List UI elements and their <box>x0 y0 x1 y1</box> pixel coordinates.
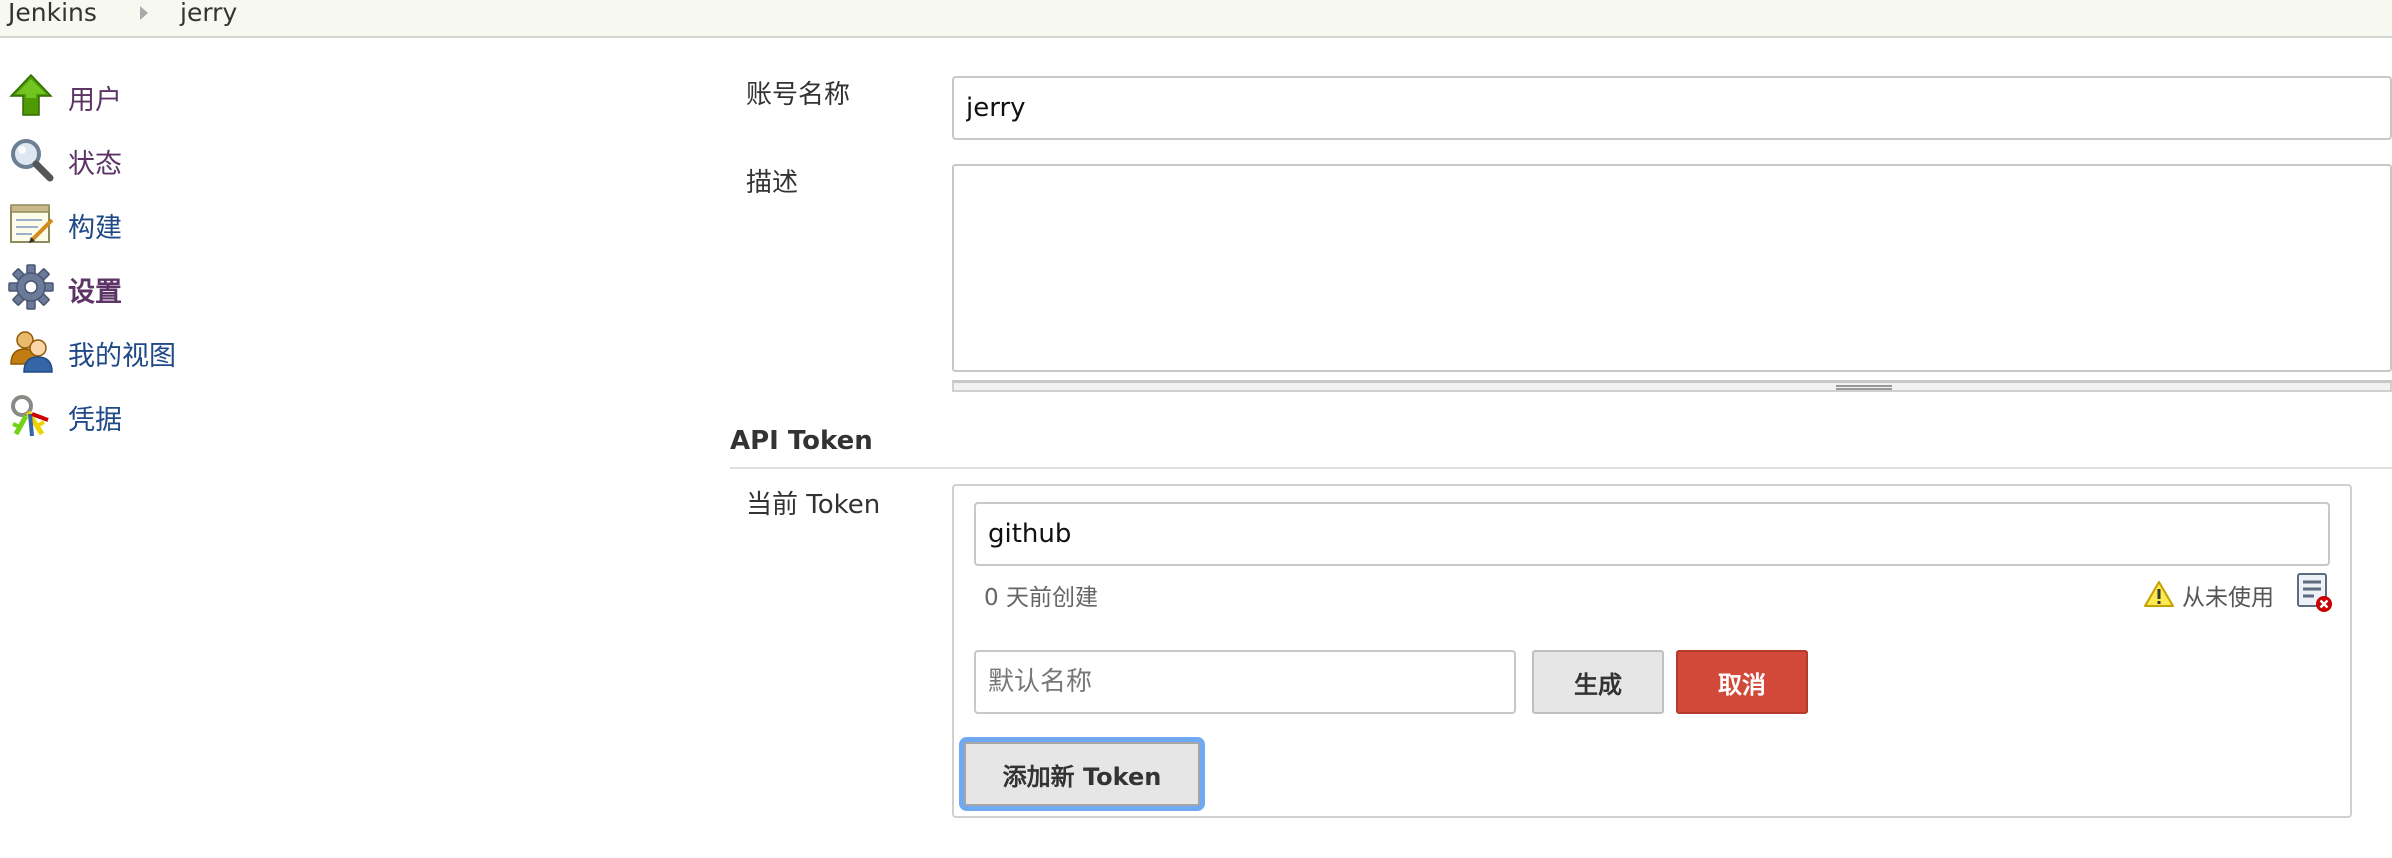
breadcrumb-separator-icon <box>140 6 148 20</box>
token-created-text: 0 天前创建 <box>984 585 1098 611</box>
keys-icon <box>8 392 54 438</box>
magnifier-icon <box>8 136 54 182</box>
new-token-name-input[interactable] <box>974 650 1516 714</box>
description-textarea[interactable] <box>952 164 2392 372</box>
token-name-input[interactable] <box>974 502 2330 566</box>
sidebar-item-my-views[interactable]: 我的视图 <box>8 326 428 376</box>
textarea-resize-handle[interactable] <box>952 380 2392 392</box>
token-list-panel: 0 天前创建 从未使用 生成 取消 添加新 Token <box>952 484 2352 818</box>
account-name-input[interactable] <box>952 76 2392 140</box>
grip-icon <box>1836 385 1892 390</box>
warning-icon <box>2144 580 2174 608</box>
sidebar-item-settings[interactable]: 设置 <box>8 262 428 312</box>
breadcrumb-jerry[interactable]: jerry <box>180 0 237 27</box>
sidebar-item-label: 用户 <box>68 85 122 116</box>
revoke-token-icon[interactable] <box>2296 572 2334 614</box>
breadcrumb: Jenkins jerry <box>0 0 2392 38</box>
current-token-label: 当前 Token <box>746 490 881 520</box>
sidebar-item-label: 设置 <box>68 277 122 308</box>
sidebar-item-credentials[interactable]: 凭据 <box>8 390 428 440</box>
account-name-label: 账号名称 <box>746 80 851 110</box>
sidebar-item-label: 构建 <box>68 213 122 244</box>
token-usage-text: 从未使用 <box>2182 585 2274 611</box>
add-new-token-button[interactable]: 添加新 Token <box>964 742 1200 806</box>
sidebar-item-users[interactable]: 用户 <box>8 70 428 120</box>
cancel-button[interactable]: 取消 <box>1676 650 1808 714</box>
users-icon <box>8 328 54 374</box>
description-label: 描述 <box>746 168 799 198</box>
breadcrumb-jenkins[interactable]: Jenkins <box>8 0 97 27</box>
sidebar-item-label: 凭据 <box>68 405 122 436</box>
section-divider <box>730 467 2392 469</box>
sidebar-item-status[interactable]: 状态 <box>8 134 428 184</box>
up-arrow-icon <box>8 72 54 118</box>
gear-icon <box>8 264 54 310</box>
sidebar-item-label: 我的视图 <box>68 341 176 372</box>
generate-button[interactable]: 生成 <box>1532 650 1664 714</box>
sidebar-item-label: 状态 <box>68 149 122 180</box>
sidebar-item-build[interactable]: 构建 <box>8 198 428 248</box>
api-token-section-title: API Token <box>730 426 873 456</box>
notepad-icon <box>8 200 54 246</box>
